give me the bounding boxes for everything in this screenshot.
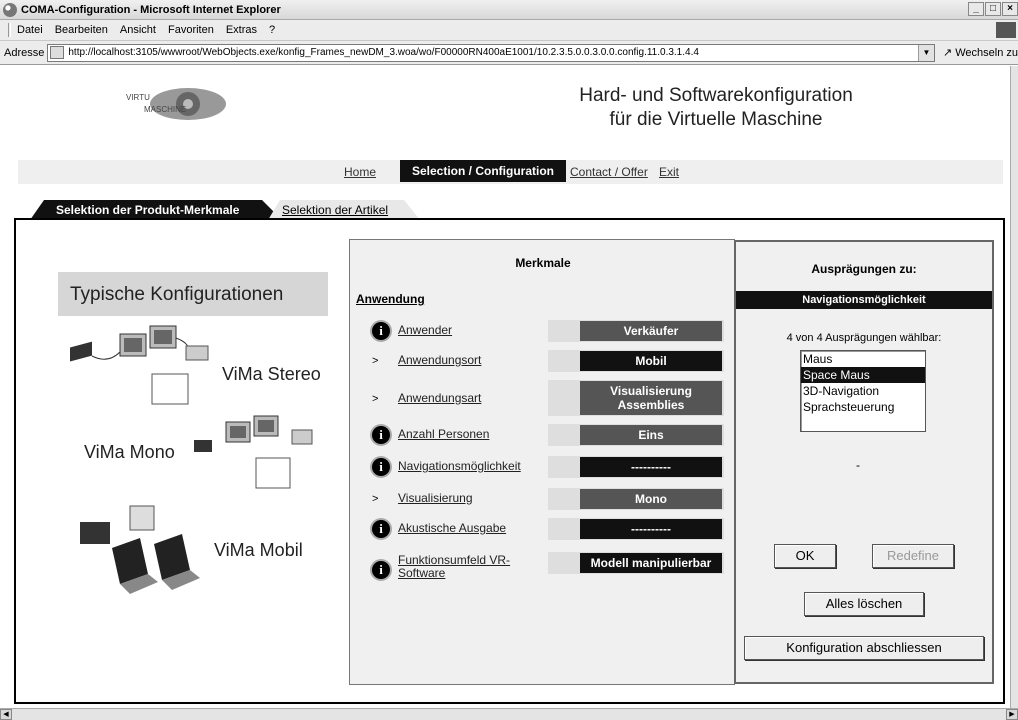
menu-favoriten[interactable]: Favoriten: [168, 24, 214, 36]
toolbar-grip[interactable]: [8, 23, 11, 37]
tab-artikel-label: Selektion der Artikel: [282, 203, 389, 217]
go-button[interactable]: ↗ Wechseln zu: [943, 46, 1018, 59]
svg-text:MASCHINE: MASCHINE: [144, 105, 186, 114]
menu-bearbeiten[interactable]: Bearbeiten: [55, 24, 108, 36]
tab-artikel[interactable]: Selektion der Artikel: [268, 200, 420, 220]
auspraegungen-count: 4 von 4 Ausprägungen wählbar:: [786, 332, 942, 344]
feature-label-funktionsumfeld[interactable]: Funktionsumfeld VR-Software: [398, 554, 528, 580]
vima-mobil-label[interactable]: ViMa Mobil: [214, 540, 303, 561]
info-icon[interactable]: i: [372, 561, 390, 579]
vima-stereo-label[interactable]: ViMa Stereo: [222, 364, 321, 385]
nav-contact-link[interactable]: Contact / Offer: [570, 165, 648, 179]
feature-value-anwender[interactable]: Verkäufer: [580, 321, 722, 341]
tab-produkt-merkmale-label: Selektion der Produkt-Merkmale: [56, 203, 240, 217]
feature-value-anwendungsort[interactable]: Mobil: [580, 351, 722, 371]
info-icon[interactable]: i: [372, 520, 390, 538]
vima-stereo-illustration[interactable]: [68, 324, 218, 414]
feature-label-anwendungsart[interactable]: Anwendungsart: [398, 392, 548, 405]
feature-label-visualisierung[interactable]: Visualisierung: [398, 492, 548, 505]
feature-label-akustische-ausgabe[interactable]: Akustische Ausgabe: [398, 522, 548, 535]
typical-configurations-heading: Typische Konfigurationen: [58, 272, 328, 316]
arrow-icon: >: [372, 355, 379, 367]
headline-line2: für die Virtuelle Maschine: [609, 109, 823, 130]
menu-extras[interactable]: Extras: [226, 24, 257, 36]
ok-button[interactable]: OK: [774, 544, 836, 568]
status-dot: -: [856, 458, 860, 472]
address-input[interactable]: http://localhost:3105/wwwroot/WebObjects…: [47, 43, 935, 62]
feature-value-anwendungsart[interactable]: Visualisierung Assemblies: [580, 381, 722, 415]
address-dropdown-icon[interactable]: ▼: [917, 44, 934, 61]
menu-datei[interactable]: Datei: [17, 24, 43, 36]
nav-home-link[interactable]: Home: [344, 165, 376, 179]
merkmale-title: Merkmale: [515, 256, 571, 270]
scroll-right-icon[interactable]: ▶: [1006, 709, 1018, 720]
arrow-icon: >: [372, 393, 379, 405]
info-icon[interactable]: i: [372, 458, 390, 476]
group-anwendung[interactable]: Anwendung: [356, 292, 425, 306]
redefine-button[interactable]: Redefine: [872, 544, 954, 568]
minimize-button[interactable]: _: [968, 2, 984, 16]
menu-help[interactable]: ?: [269, 24, 275, 36]
merkmale-panel: Merkmale Anwendung i Anwender Verkäufer …: [349, 239, 735, 685]
nav-selection-link[interactable]: Selection / Configuration: [400, 160, 566, 182]
vima-mono-label[interactable]: ViMa Mono: [84, 442, 175, 463]
main-navigation: Home Selection / Configuration Contact /…: [18, 160, 1003, 184]
auspraegungen-panel: Ausprägungen zu: Navigationsmöglichkeit …: [734, 240, 994, 684]
feature-value-funktionsumfeld[interactable]: Modell manipulierbar: [580, 553, 722, 573]
option-maus[interactable]: Maus: [801, 351, 925, 367]
menubar: Datei Bearbeiten Ansicht Favoriten Extra…: [0, 20, 1018, 41]
horizontal-scrollbar[interactable]: ◀ ▶: [0, 708, 1018, 720]
option-sprachsteuerung[interactable]: Sprachsteuerung: [801, 399, 925, 415]
option-space-maus[interactable]: Space Maus: [801, 367, 925, 383]
window-title: COMA-Configuration - Microsoft Internet …: [21, 3, 281, 16]
address-bar: Adresse http://localhost:3105/wwwroot/We…: [0, 41, 1018, 65]
feature-label-navigationsmoeglichkeit[interactable]: Navigationsmöglichkeit: [398, 460, 558, 473]
feature-label-anzahl-personen[interactable]: Anzahl Personen: [398, 428, 548, 441]
tab-produkt-merkmale[interactable]: Selektion der Produkt-Merkmale: [30, 200, 282, 220]
vima-mobil-illustration[interactable]: [78, 504, 228, 600]
vertical-scrollbar[interactable]: [1010, 66, 1018, 708]
feature-value-navigationsmoeglichkeit[interactable]: ----------: [580, 457, 722, 477]
auspraegungen-listbox[interactable]: Maus Space Maus 3D-Navigation Sprachsteu…: [800, 350, 926, 432]
info-icon[interactable]: i: [372, 426, 390, 444]
page-headline: Hard- und Softwarekonfiguration für die …: [506, 84, 926, 132]
address-url: http://localhost:3105/wwwroot/WebObjects…: [68, 47, 699, 58]
arrow-icon: >: [372, 493, 379, 505]
headline-line1: Hard- und Softwarekonfiguration: [579, 85, 853, 106]
close-button[interactable]: ×: [1002, 2, 1018, 16]
vima-mono-illustration[interactable]: [194, 412, 324, 502]
window-titlebar: COMA-Configuration - Microsoft Internet …: [0, 0, 1018, 20]
feature-label-anwender[interactable]: Anwender: [398, 324, 548, 337]
typical-configurations-panel: Typische Konfigurationen ViMa Stereo ViM…: [58, 272, 328, 602]
go-label: Wechseln zu: [955, 47, 1018, 59]
maximize-button[interactable]: □: [985, 2, 1001, 16]
web-page: VIRTU MASCHINE Hard- und Softwarekonfigu…: [6, 66, 1011, 708]
feature-value-visualisierung[interactable]: Mono: [580, 489, 722, 509]
finish-configuration-button[interactable]: Konfiguration abschliessen: [744, 636, 984, 660]
feature-value-akustische-ausgabe[interactable]: ----------: [580, 519, 722, 539]
scroll-left-icon[interactable]: ◀: [0, 709, 12, 720]
clear-all-button[interactable]: Alles löschen: [804, 592, 924, 616]
nav-exit-link[interactable]: Exit: [659, 165, 679, 179]
info-icon[interactable]: i: [372, 322, 390, 340]
windows-logo-icon: [996, 22, 1016, 38]
page-icon: [50, 46, 65, 59]
svg-text:VIRTU: VIRTU: [126, 93, 150, 102]
browser-icon: [3, 2, 17, 17]
address-label: Adresse: [4, 46, 45, 59]
virtuelle-maschine-logo: VIRTU MASCHINE: [126, 88, 226, 120]
option-3d-navigation[interactable]: 3D-Navigation: [801, 383, 925, 399]
feature-value-anzahl-personen[interactable]: Eins: [580, 425, 722, 445]
auspraegungen-title: Ausprägungen zu:: [811, 262, 917, 276]
auspraegungen-feature: Navigationsmöglichkeit: [736, 291, 992, 309]
menu-ansicht[interactable]: Ansicht: [120, 24, 156, 36]
feature-label-anwendungsort[interactable]: Anwendungsort: [398, 354, 548, 367]
